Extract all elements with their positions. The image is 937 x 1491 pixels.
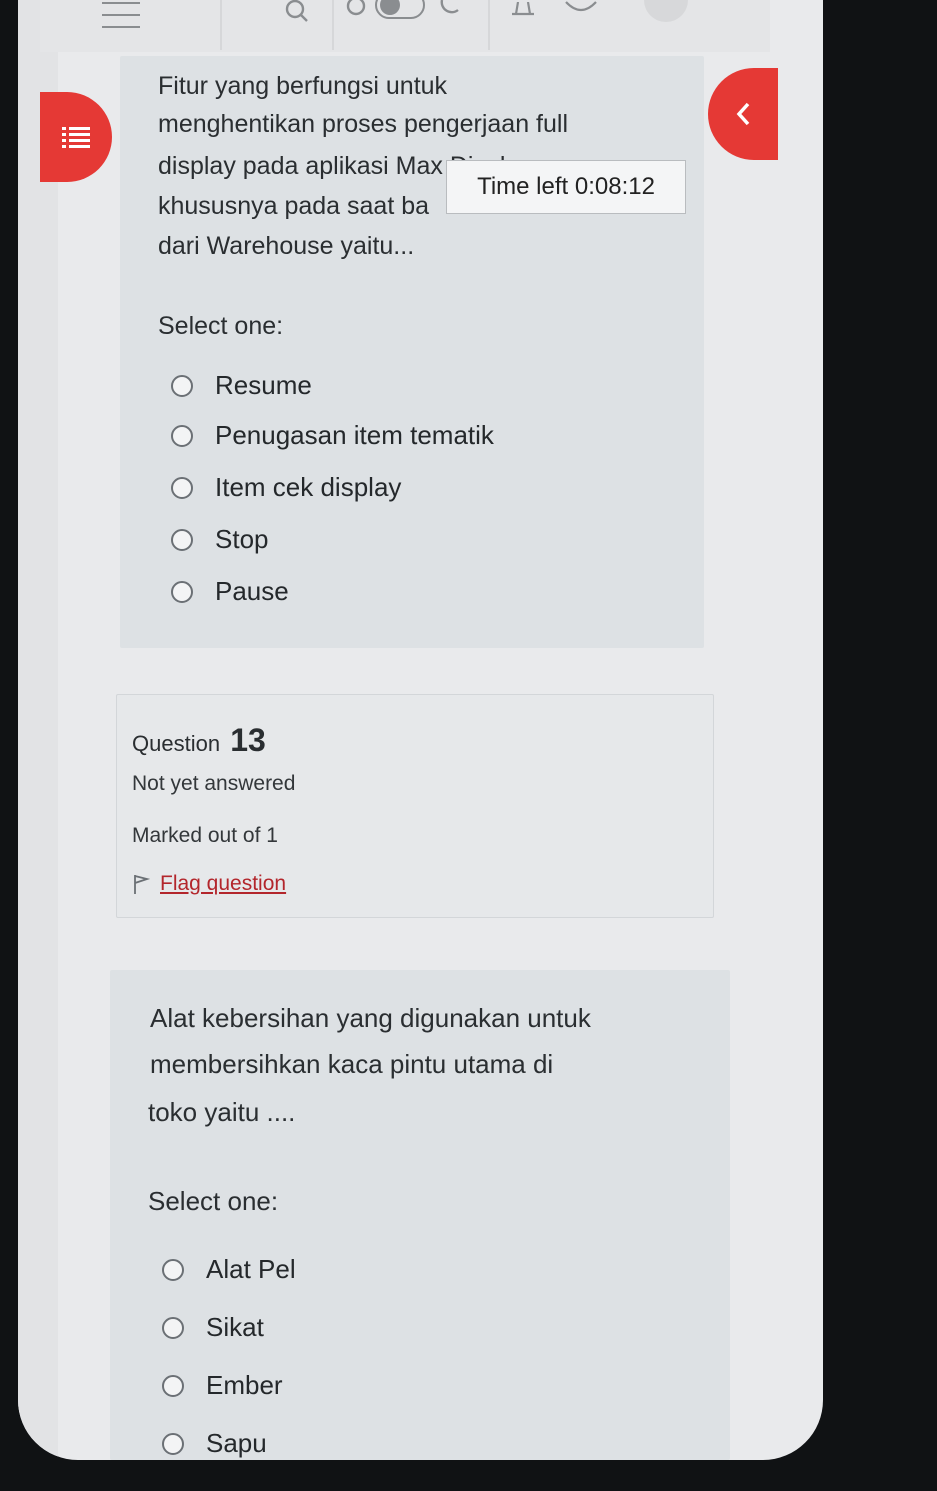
collapse-panel-button[interactable] [708,68,778,160]
answer-label: Stop [215,524,269,554]
radio-button[interactable] [171,528,193,551]
bell-icon[interactable] [508,0,538,22]
answer-option[interactable]: Item cek display [171,472,401,503]
answer-option[interactable]: Stop [171,524,269,555]
answer-option[interactable]: Ember [162,1370,283,1401]
radio-button[interactable] [171,476,193,499]
toggle-icon[interactable] [374,0,426,24]
answer-option[interactable]: Sikat [162,1312,264,1343]
top-navbar [40,0,770,52]
radio-button[interactable] [162,1374,184,1397]
navbar-divider [488,0,490,50]
timer-value: 0:08:12 [574,173,655,200]
question-text-line: Fitur yang berfungsi untuk [158,72,448,100]
moon-icon[interactable] [436,0,462,24]
answer-label: Sapu [206,1428,267,1458]
radio-button[interactable] [171,424,193,447]
answer-option[interactable]: Pause [171,576,289,607]
quiz-navigation-drawer-button[interactable] [40,92,112,182]
flag-icon [134,875,150,894]
answer-label: Item cek display [215,472,402,502]
flag-question-link[interactable]: Flag question [160,872,286,896]
menu-icon[interactable] [102,2,140,34]
chat-icon[interactable] [564,0,598,22]
question-number: 13 [230,722,266,758]
answer-option[interactable]: Sapu [162,1428,267,1459]
question-text-line: menghentikan proses pengerjaan full [158,110,568,138]
chevron-left-icon [736,102,750,126]
question-word: Question [132,731,221,756]
flag-question-row[interactable]: Flag question [132,872,286,896]
radio-button[interactable] [171,374,193,397]
answer-option[interactable]: Alat Pel [162,1254,296,1285]
answer-status: Not yet answered [132,772,296,795]
avatar[interactable] [642,0,690,28]
question-text-line: membersihkan kaca pintu utama di [150,1049,554,1079]
answer-option[interactable]: Penugasan item tematik [171,420,494,451]
radio-button[interactable] [162,1432,184,1455]
answer-label: Penugasan item tematik [215,420,494,450]
select-one-label: Select one: [158,312,284,340]
radio-button[interactable] [162,1258,184,1281]
answer-option[interactable]: Resume [171,370,312,401]
time-left-badge: Time left 0:08:12 [446,160,686,214]
phone-screen: Fitur yang berfungsi untuk menghentikan … [18,0,823,1460]
brightness-icon[interactable] [342,0,370,24]
search-icon[interactable] [284,0,310,28]
timer-label: Time left [477,173,569,200]
page-margin [18,0,58,1460]
question-marks: Marked out of 1 [132,824,278,847]
answer-label: Alat Pel [206,1254,296,1284]
question-12-card [120,56,704,648]
answer-label: Ember [206,1370,283,1400]
radio-button[interactable] [171,580,193,603]
select-one-label: Select one: [148,1186,279,1216]
radio-button[interactable] [162,1316,184,1339]
answer-label: Resume [215,370,312,400]
list-icon [62,127,90,148]
question-text-line: toko yaitu .... [148,1097,296,1127]
answer-label: Pause [215,576,289,606]
question-text-line: dari Warehouse yaitu... [158,232,415,260]
question-text-line: Alat kebersihan yang digunakan untuk [150,1003,591,1033]
question-text-line: khususnya pada saat ba [158,192,430,220]
navbar-divider [220,0,222,50]
answer-label: Sikat [206,1312,264,1342]
navbar-divider [332,0,334,50]
question-number-label: Question 13 [132,722,266,759]
